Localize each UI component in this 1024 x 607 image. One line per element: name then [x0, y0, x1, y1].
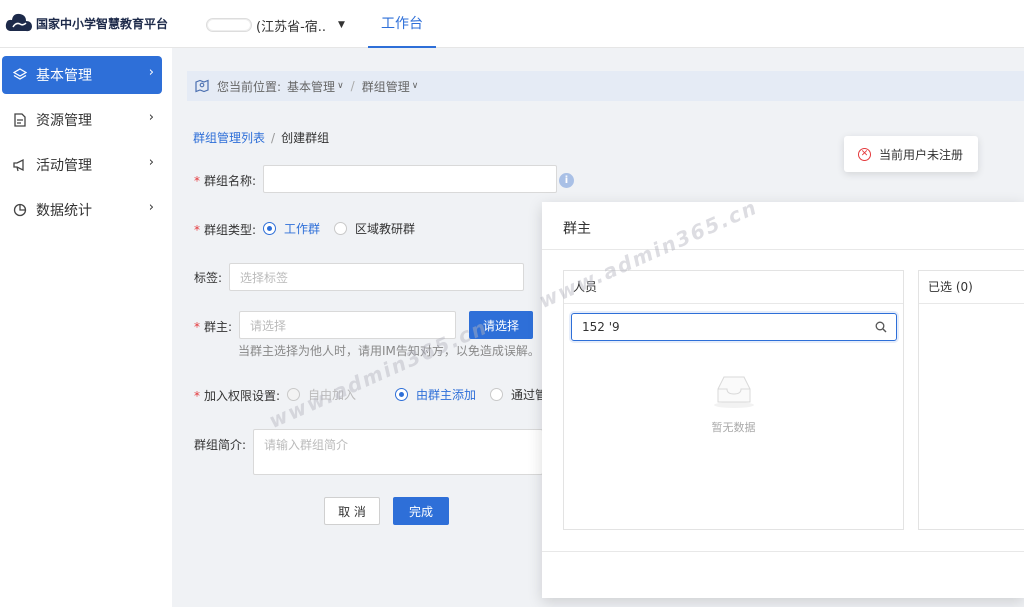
chevron-right-icon: › — [148, 200, 154, 215]
tag-select[interactable]: 选择标签 — [229, 263, 524, 291]
sidebar: 基本管理 › 资源管理 › 活动管理 › 数据统计 › — [0, 48, 172, 607]
caret-down-icon[interactable]: ▼ — [338, 20, 345, 30]
sidebar-item-label: 活动管理 — [36, 158, 92, 174]
radio-dot — [334, 222, 347, 235]
radio-owner-adds[interactable]: 由群主添加 — [395, 386, 476, 403]
people-search-input[interactable]: 152 '9 — [571, 313, 897, 341]
crumb-current: 创建群组 — [281, 131, 330, 145]
cancel-button[interactable]: 取 消 — [324, 497, 380, 525]
platform-logo[interactable]: 国家中小学智慧教育平台 — [4, 9, 168, 37]
page-breadcrumb: 群组管理列表 / 创建群组 — [193, 129, 329, 146]
divider — [542, 551, 1024, 552]
location-level2[interactable]: 群组管理 — [362, 78, 410, 95]
owner-input[interactable]: 请选择 — [239, 311, 456, 339]
location-separator: / — [350, 79, 355, 93]
required-mark: * — [194, 320, 200, 334]
selected-panel-title: 已选 (0) — [919, 271, 1024, 304]
group-list-link[interactable]: 群组管理列表 — [193, 131, 265, 145]
chevron-right-icon: › — [148, 110, 154, 125]
search-value: 152 '9 — [582, 320, 620, 334]
chevron-down-icon[interactable]: ∨ — [412, 81, 419, 91]
radio-dot — [395, 388, 408, 401]
sidebar-item-label: 数据统计 — [36, 203, 92, 219]
required-mark: * — [194, 174, 200, 188]
cloud-logo-icon — [5, 13, 32, 32]
platform-name: 国家中小学智慧教育平台 — [36, 16, 169, 31]
error-toast: ✕ 当前用户未注册 — [844, 136, 978, 172]
people-panel: 人员 152 '9 暂无数据 — [563, 270, 904, 530]
pie-chart-icon — [13, 203, 27, 217]
document-icon — [13, 113, 27, 127]
tag-label: 标签: — [194, 271, 223, 285]
submit-button[interactable]: 完成 — [393, 497, 449, 525]
map-location-icon — [195, 79, 209, 93]
owner-label: * 群主: — [194, 320, 233, 334]
top-header: 国家中小学智慧教育平台 (江苏省-宿.. ▼ 工作台 — [0, 0, 1024, 48]
radio-free-join[interactable]: 自由加入 — [287, 386, 356, 403]
location-level1[interactable]: 基本管理 — [287, 78, 335, 95]
empty-inbox-icon — [714, 376, 754, 408]
owner-picker-dialog: 群主 人员 152 '9 暂无数据 已选 (0) — [542, 202, 1024, 598]
info-icon[interactable]: i — [559, 173, 574, 188]
radio-work-group[interactable]: 工作群 — [263, 220, 320, 237]
radio-dot — [263, 222, 276, 235]
location-bar: 您当前位置: 基本管理 ∨ / 群组管理 ∨ — [187, 71, 1024, 101]
sidebar-item-label: 基本管理 — [36, 68, 92, 84]
sidebar-item-data-statistics[interactable]: 数据统计 › — [2, 191, 162, 229]
chevron-right-icon: › — [148, 155, 154, 170]
radio-regional-research-group[interactable]: 区域教研群 — [334, 220, 415, 237]
intro-label: 群组简介: — [194, 438, 247, 452]
tab-workbench[interactable]: 工作台 — [368, 0, 436, 48]
intro-textarea[interactable]: 请输入群组简介 — [253, 429, 543, 475]
group-name-input[interactable] — [263, 165, 557, 193]
chevron-right-icon: › — [148, 65, 154, 80]
people-panel-title: 人员 — [564, 271, 903, 304]
required-mark: * — [194, 389, 200, 403]
selected-panel: 已选 (0) — [918, 270, 1024, 530]
megaphone-icon — [13, 158, 27, 172]
search-icon[interactable] — [875, 321, 887, 333]
group-type-label: * 群组类型: — [194, 223, 257, 237]
region-selector[interactable]: (江苏省-宿.. — [256, 16, 326, 35]
layers-icon — [13, 68, 27, 82]
close-circle-icon: ✕ — [858, 147, 871, 161]
empty-text: 暂无数据 — [711, 421, 756, 434]
group-name-label: * 群组名称: — [194, 174, 257, 188]
user-name-redacted[interactable] — [206, 18, 252, 32]
owner-select-button[interactable]: 请选择 — [469, 311, 533, 339]
radio-via-admin[interactable]: 通过管 — [490, 386, 547, 403]
radio-dot — [490, 388, 503, 401]
required-mark: * — [194, 223, 200, 237]
radio-dot — [287, 388, 300, 401]
toast-message: 当前用户未注册 — [879, 147, 964, 162]
owner-hint: 当群主选择为他人时，请用IM告知对方，以免造成误解。 — [238, 344, 540, 358]
chevron-down-icon[interactable]: ∨ — [337, 81, 344, 91]
sidebar-item-label: 资源管理 — [36, 113, 92, 129]
sidebar-item-resource-management[interactable]: 资源管理 › — [2, 101, 162, 139]
location-prefix: 您当前位置: — [217, 79, 282, 94]
sidebar-item-basic-management[interactable]: 基本管理 › — [2, 56, 162, 94]
crumb-separator: / — [271, 131, 276, 145]
dialog-title: 群主 — [563, 221, 591, 237]
sidebar-item-activity-management[interactable]: 活动管理 › — [2, 146, 162, 184]
permission-label: * 加入权限设置: — [194, 389, 281, 403]
divider — [542, 249, 1024, 250]
